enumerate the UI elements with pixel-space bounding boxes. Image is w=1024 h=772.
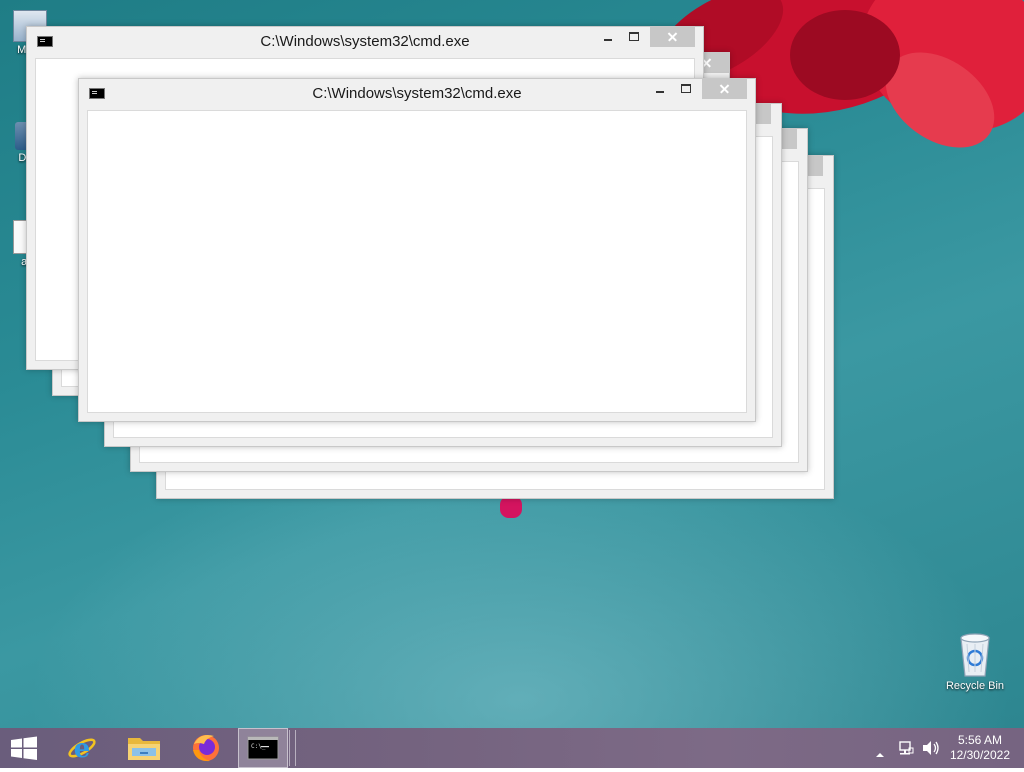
- title-bar[interactable]: C:\Windows\system32\cmd.exe: [27, 27, 703, 57]
- title-bar[interactable]: C:\Windows\system32\cmd.exe: [79, 79, 755, 109]
- taskbar-command-prompt[interactable]: C:\_: [238, 728, 288, 768]
- close-button[interactable]: [650, 27, 695, 47]
- speaker-icon: [923, 741, 939, 755]
- recycle-bin-icon: [960, 633, 990, 677]
- desktop-icon-recycle-bin[interactable]: Recycle Bin: [942, 632, 1008, 692]
- minimize-button[interactable]: [647, 79, 673, 99]
- taskbar: e C:\_ 5:56 AM 12/30/2022: [0, 728, 1024, 768]
- firefox-icon: [193, 735, 219, 762]
- svg-text:e: e: [74, 734, 91, 764]
- volume-button[interactable]: [921, 739, 941, 761]
- internet-explorer-icon: e: [68, 734, 96, 764]
- minimize-button[interactable]: [595, 27, 621, 47]
- clock-date: 12/30/2022: [949, 748, 1010, 762]
- taskbar-internet-explorer[interactable]: e: [56, 728, 108, 768]
- desktop-icon-label: Recycle Bin: [945, 680, 1005, 692]
- taskbar-firefox[interactable]: [180, 728, 232, 768]
- console-area[interactable]: [87, 110, 747, 413]
- taskbar-file-explorer[interactable]: [118, 728, 170, 768]
- clock-time: 5:56 AM: [957, 733, 1002, 747]
- cmd-window-front[interactable]: C:\Windows\system32\cmd.exe: [78, 78, 756, 422]
- maximize-button[interactable]: [621, 27, 647, 47]
- desktop[interactable]: My C Data ar Recycle Bin: [0, 0, 1024, 728]
- maximize-button[interactable]: [673, 79, 699, 99]
- windows-logo-icon: [11, 736, 37, 760]
- show-hidden-icons-button[interactable]: [874, 744, 886, 763]
- taskbar-grip: [289, 730, 296, 766]
- start-button[interactable]: [0, 728, 48, 768]
- close-button[interactable]: [702, 79, 747, 99]
- network-button[interactable]: [897, 739, 915, 761]
- chevron-up-icon: [876, 753, 884, 757]
- command-prompt-icon: C:\_: [247, 736, 279, 760]
- clock[interactable]: 5:56 AM 12/30/2022: [950, 733, 1010, 763]
- network-icon: [899, 741, 914, 755]
- folder-icon: [128, 738, 160, 760]
